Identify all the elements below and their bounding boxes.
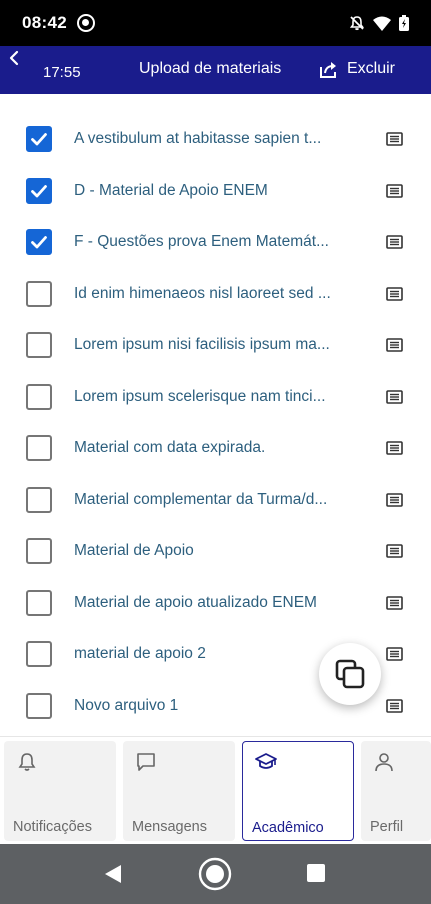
list-item[interactable]: Lorem ipsum scelerisque nam tinci...: [0, 371, 431, 423]
person-icon: [375, 753, 393, 772]
document-icon[interactable]: [386, 698, 403, 713]
data-saver-icon: [76, 14, 95, 32]
material-label: Id enim himenaeos nisl laoreet sed ...: [74, 284, 331, 302]
list-item[interactable]: D - Material de Apoio ENEM: [0, 165, 431, 217]
list-item[interactable]: Material de apoio atualizado ENEM: [0, 577, 431, 629]
checkbox[interactable]: [26, 589, 52, 616]
list-item[interactable]: A vestibulum at habitasse sapien t...: [0, 114, 431, 166]
battery-icon: [399, 15, 409, 31]
check-icon: [31, 236, 47, 249]
app-bar: 17:55 Upload de materiais Excluir: [0, 46, 431, 94]
delete-label: Excluir: [347, 60, 396, 77]
checkbox[interactable]: [26, 538, 52, 565]
checkbox[interactable]: [26, 641, 52, 668]
checkbox[interactable]: [26, 177, 52, 204]
document-icon[interactable]: [386, 286, 403, 301]
tab-mensagens[interactable]: Mensagens: [123, 741, 235, 841]
material-label: material de apoio 2: [74, 645, 206, 663]
copy-icon: [335, 659, 365, 689]
status-time: 08:42: [22, 13, 67, 32]
material-label: Material de Apoio: [74, 542, 194, 560]
system-back-button[interactable]: [103, 863, 123, 890]
document-icon[interactable]: [386, 183, 403, 198]
list-item[interactable]: F - Questões prova Enem Matemát...: [0, 217, 431, 269]
checkbox[interactable]: [26, 435, 52, 462]
graduation-cap-icon: [255, 753, 277, 769]
page-title: Upload de materiais: [139, 60, 282, 77]
checkbox[interactable]: [26, 692, 52, 719]
check-icon: [31, 184, 47, 198]
back-button[interactable]: [8, 50, 26, 70]
copy-fab-button[interactable]: [319, 643, 381, 705]
document-icon[interactable]: [386, 235, 403, 250]
checkbox[interactable]: [26, 332, 52, 359]
document-icon[interactable]: [386, 544, 403, 559]
mute-icon: [349, 16, 365, 31]
list-item[interactable]: Material com data expirada.: [0, 423, 431, 475]
system-recents-button[interactable]: [307, 864, 325, 887]
tab-academico[interactable]: Acadêmico: [242, 741, 354, 841]
square-recents-icon: [307, 864, 325, 882]
status-bar: 08:42: [0, 0, 431, 46]
tab-perfil[interactable]: Perfil: [361, 741, 431, 841]
materials-list: A vestibulum at habitasse sapien t... D -…: [0, 94, 431, 736]
system-nav-bar: [0, 844, 431, 904]
document-icon[interactable]: [386, 595, 403, 610]
delete-button[interactable]: Excluir: [320, 60, 395, 78]
material-label: Lorem ipsum scelerisque nam tinci...: [74, 387, 326, 405]
document-icon[interactable]: [386, 338, 403, 353]
tab-label: Perfil: [370, 819, 404, 835]
wifi-icon: [373, 16, 391, 31]
message-icon: [137, 753, 155, 771]
list-item[interactable]: Material de Apoio: [0, 526, 431, 578]
material-label: F - Questões prova Enem Matemát...: [74, 233, 329, 251]
material-label: Novo arquivo 1: [74, 696, 179, 714]
check-icon: [31, 133, 47, 146]
checkbox[interactable]: [26, 486, 52, 513]
document-icon[interactable]: [386, 492, 403, 507]
checkbox[interactable]: [26, 229, 52, 256]
tab-label: Mensagens: [132, 819, 207, 835]
document-icon[interactable]: [386, 132, 403, 147]
bottom-nav: Notificações Mensagens Acadêmico Perfil: [0, 736, 431, 844]
share-export-icon: [320, 61, 336, 78]
material-label: Material complementar da Turma/d...: [74, 490, 328, 508]
document-icon[interactable]: [386, 441, 403, 456]
screen: 08:42 17:55 Upload de materiais Excluir …: [0, 0, 431, 904]
material-label: Material de apoio atualizado ENEM: [74, 593, 317, 611]
material-label: D - Material de Apoio ENEM: [74, 181, 268, 199]
tab-notificacoes[interactable]: Notificações: [4, 741, 116, 841]
list-item[interactable]: Lorem ipsum nisi facilisis ipsum ma...: [0, 320, 431, 372]
checkbox[interactable]: [26, 383, 52, 410]
list-item[interactable]: Material complementar da Turma/d...: [0, 474, 431, 526]
document-icon[interactable]: [386, 647, 403, 662]
material-label: A vestibulum at habitasse sapien t...: [74, 130, 322, 148]
document-icon[interactable]: [386, 389, 403, 404]
material-label: Lorem ipsum nisi facilisis ipsum ma...: [74, 336, 330, 354]
chevron-left-icon: [9, 50, 19, 66]
list-item[interactable]: Id enim himenaeos nisl laoreet sed ...: [0, 268, 431, 320]
material-label: Material com data expirada.: [74, 439, 266, 457]
tab-label: Notificações: [13, 819, 92, 835]
status-icons: [349, 15, 409, 31]
header-time: 17:55: [43, 64, 81, 81]
checkbox[interactable]: [26, 126, 52, 153]
home-circle-icon: [198, 857, 232, 891]
bell-icon: [18, 753, 36, 771]
system-home-button[interactable]: [198, 857, 232, 896]
triangle-back-icon: [105, 865, 121, 883]
checkbox[interactable]: [26, 280, 52, 307]
tab-label: Acadêmico: [252, 820, 324, 836]
